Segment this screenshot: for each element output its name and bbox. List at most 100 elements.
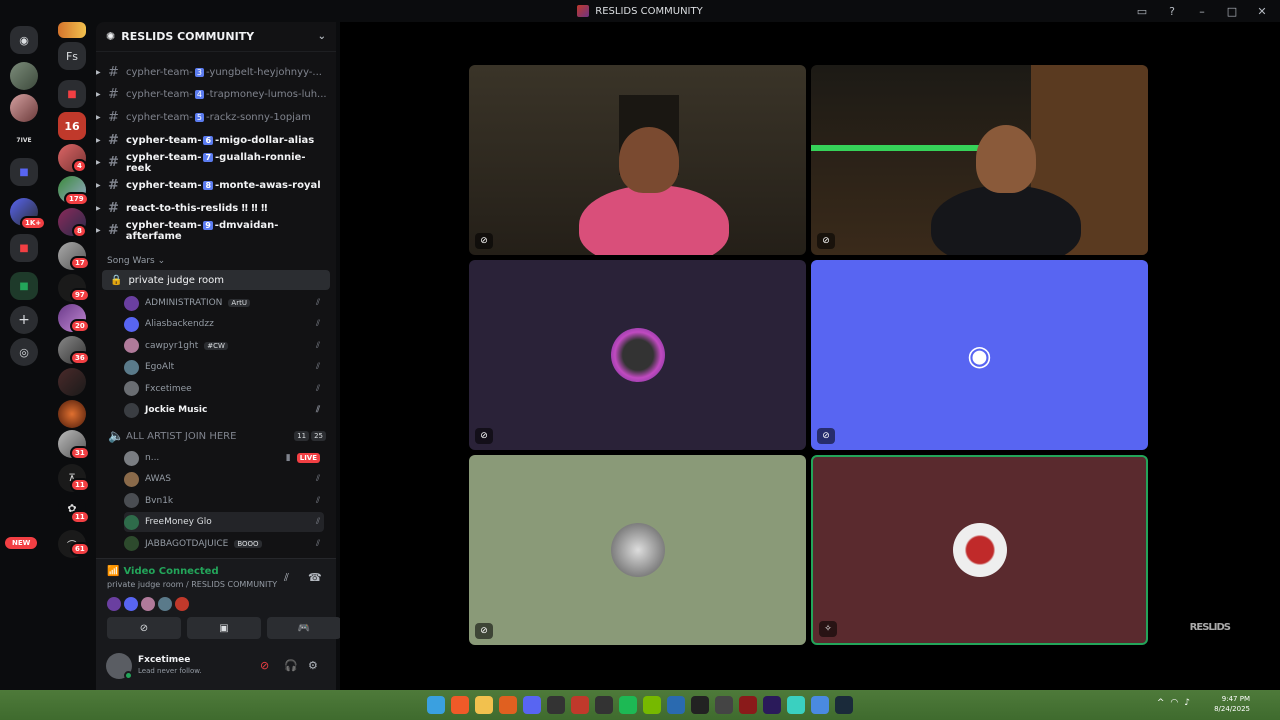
app-icon[interactable] — [547, 696, 565, 714]
discord-home-icon[interactable]: ◉ — [10, 26, 38, 54]
user-state-icons: ⫽ — [316, 517, 324, 527]
channel-name: cypher-team- 3 -yungbelt-heyjohnyy-... — [126, 66, 322, 78]
channel-item[interactable]: ▶ # cypher-team- 3 -yungbelt-heyjohnyy-... — [96, 62, 330, 82]
channel-item[interactable]: ▶ # cypher-team- 9 -dmvaidan-afterfame — [96, 220, 330, 242]
wifi-icon[interactable]: ◠ — [1170, 698, 1178, 708]
file-explorer-icon[interactable] — [475, 696, 493, 714]
app-icon[interactable] — [787, 696, 805, 714]
category-label: Song Wars — [107, 256, 155, 266]
app-icon[interactable] — [667, 696, 685, 714]
app-icon[interactable] — [715, 696, 733, 714]
voice-user[interactable]: Fxcetimee ⫽ — [124, 379, 324, 399]
user-name: JABBAGOTDAJUICE — [145, 538, 229, 549]
folder-icon[interactable]: ■ — [10, 158, 38, 186]
screen-share-button[interactable]: ▣ — [187, 617, 261, 639]
voice-user[interactable]: cawpyr1ght #CW ⫽ — [124, 336, 324, 356]
category-song-wars[interactable]: Song Wars ⌄ — [107, 256, 165, 266]
channel-item[interactable]: ▶ # cypher-team- 6 -migo-dollar-alias — [96, 130, 330, 150]
video-tile[interactable]: ◉ ⊘ — [811, 260, 1148, 450]
app-icon[interactable] — [499, 696, 517, 714]
maximize-button[interactable]: □ — [1224, 3, 1240, 19]
brave-icon[interactable] — [451, 696, 469, 714]
folder-icon[interactable]: ■ — [58, 80, 86, 108]
new-badge[interactable]: NEW — [5, 537, 38, 549]
add-server-icon[interactable]: + — [10, 306, 38, 334]
server-avatar[interactable] — [58, 368, 86, 396]
video-tile[interactable]: ⊘ — [811, 65, 1148, 255]
voice-status[interactable]: 📶 Video Connected — [107, 566, 219, 577]
chevron-up-icon[interactable]: ^ — [1157, 698, 1165, 708]
app-icon[interactable] — [691, 696, 709, 714]
voice-user[interactable]: JABBAGOTDAJUICE BOOO ⫽ — [124, 534, 324, 554]
close-button[interactable]: ✕ — [1254, 3, 1270, 19]
avatar[interactable] — [175, 597, 189, 611]
discover-icon[interactable]: ◎ — [10, 338, 38, 366]
channel-item[interactable]: ▶ # cypher-team- 7 -guallah-ronnie-reek — [96, 152, 330, 174]
server-logo-icon[interactable]: 16 — [58, 112, 86, 140]
mic-muted-icon[interactable]: ⊘ — [260, 659, 269, 672]
voice-user[interactable]: FreeMoney Glo ⫽ — [124, 512, 324, 533]
discord-icon[interactable] — [523, 696, 541, 714]
voice-user[interactable]: ADMINISTRATION ArtU ⫽ — [124, 293, 324, 313]
server-avatar[interactable] — [58, 22, 86, 38]
user-name[interactable]: Fxcetimee — [138, 655, 190, 665]
video-tile[interactable]: ⊘ — [469, 455, 806, 645]
avatar[interactable] — [124, 597, 138, 611]
server-fs[interactable]: Fs — [58, 42, 86, 70]
voice-channel-all-artist[interactable]: 🔈 ALL ARTIST JOIN HERE 11 25 — [102, 426, 330, 446]
voice-user[interactable]: AWAS ⫽ — [124, 469, 324, 489]
nvidia-icon[interactable] — [643, 696, 661, 714]
mic-muted-icon: ⊘ — [475, 233, 493, 249]
channel-item[interactable]: ▶ # cypher-team- 4 -trapmoney-lumos-luh... — [96, 85, 330, 105]
server-logo-icon[interactable]: 7IVE — [10, 126, 38, 154]
spotify-icon[interactable] — [619, 696, 637, 714]
deafened-icon: ⫽ — [315, 517, 320, 528]
channel-item[interactable]: ▶ # cypher-team- 5 -rackz-sonny-1opjam — [96, 107, 330, 127]
minimize-button[interactable]: – — [1194, 3, 1210, 19]
folder-icon[interactable]: ■ — [10, 234, 38, 262]
voice-user[interactable]: n... ▮ LIVE — [124, 448, 324, 468]
chevron-down-icon[interactable]: ⌄ — [318, 31, 326, 42]
server-header[interactable]: ✺ RESLIDS COMMUNITY ⌄ — [96, 22, 336, 52]
user-tag: BOOO — [234, 539, 262, 548]
app-icon[interactable] — [739, 696, 757, 714]
avatar — [124, 295, 139, 311]
start-icon[interactable] — [427, 696, 445, 714]
channel-item[interactable]: ▶ # react-to-this-reslids ‼ ‼ ‼ — [96, 198, 330, 218]
clock[interactable]: 9:47 PM 8/24/2025 — [1214, 694, 1250, 714]
voice-channel-private-judge-room[interactable]: 🔒 private judge room — [102, 270, 330, 290]
app-icon[interactable] — [595, 696, 613, 714]
steam-icon[interactable] — [835, 696, 853, 714]
after-effects-icon[interactable] — [763, 696, 781, 714]
inbox-icon[interactable]: ▭ — [1134, 3, 1150, 19]
voice-user[interactable]: Bvn1k ⫽ — [124, 491, 324, 511]
disconnect-icon[interactable]: ☎ — [308, 571, 322, 584]
help-icon[interactable]: ? — [1164, 3, 1180, 19]
voice-user[interactable]: EgoAlt ⫽ — [124, 357, 324, 377]
avatar[interactable] — [158, 597, 172, 611]
channel-item[interactable]: ▶ # cypher-team- 8 -monte-awas-royal — [96, 176, 330, 196]
voice-user[interactable]: Aliasbackendzz ⫽ — [124, 314, 324, 334]
gear-icon[interactable]: ⚙ — [308, 659, 318, 672]
server-avatar[interactable] — [10, 62, 38, 90]
avatar — [124, 381, 139, 397]
server-avatar[interactable] — [10, 94, 38, 122]
user-name: Fxcetimee — [145, 383, 192, 394]
voice-user[interactable]: Jockie Music ⫽ — [124, 400, 324, 420]
camera-off-button[interactable]: ⊘ — [107, 617, 181, 639]
headphones-icon[interactable]: 🎧 — [284, 659, 298, 672]
avatar[interactable] — [107, 597, 121, 611]
avatar[interactable] — [141, 597, 155, 611]
volume-icon[interactable]: ♪ — [1184, 698, 1190, 708]
folder-icon[interactable]: ■ — [10, 272, 38, 300]
video-tile-speaking[interactable]: ✧ — [811, 455, 1148, 645]
activity-button[interactable]: 🎮 — [267, 617, 341, 639]
video-tile[interactable]: ⊘ — [469, 65, 806, 255]
signal-icon: 📶 — [107, 566, 120, 577]
chrome-icon[interactable] — [811, 696, 829, 714]
deafened-icon: ⫽ — [315, 319, 320, 330]
server-avatar[interactable] — [58, 400, 86, 428]
video-tile[interactable]: ⊘ — [469, 260, 806, 450]
noise-suppression-icon[interactable]: ⫽ — [284, 571, 289, 585]
app-icon[interactable] — [571, 696, 589, 714]
